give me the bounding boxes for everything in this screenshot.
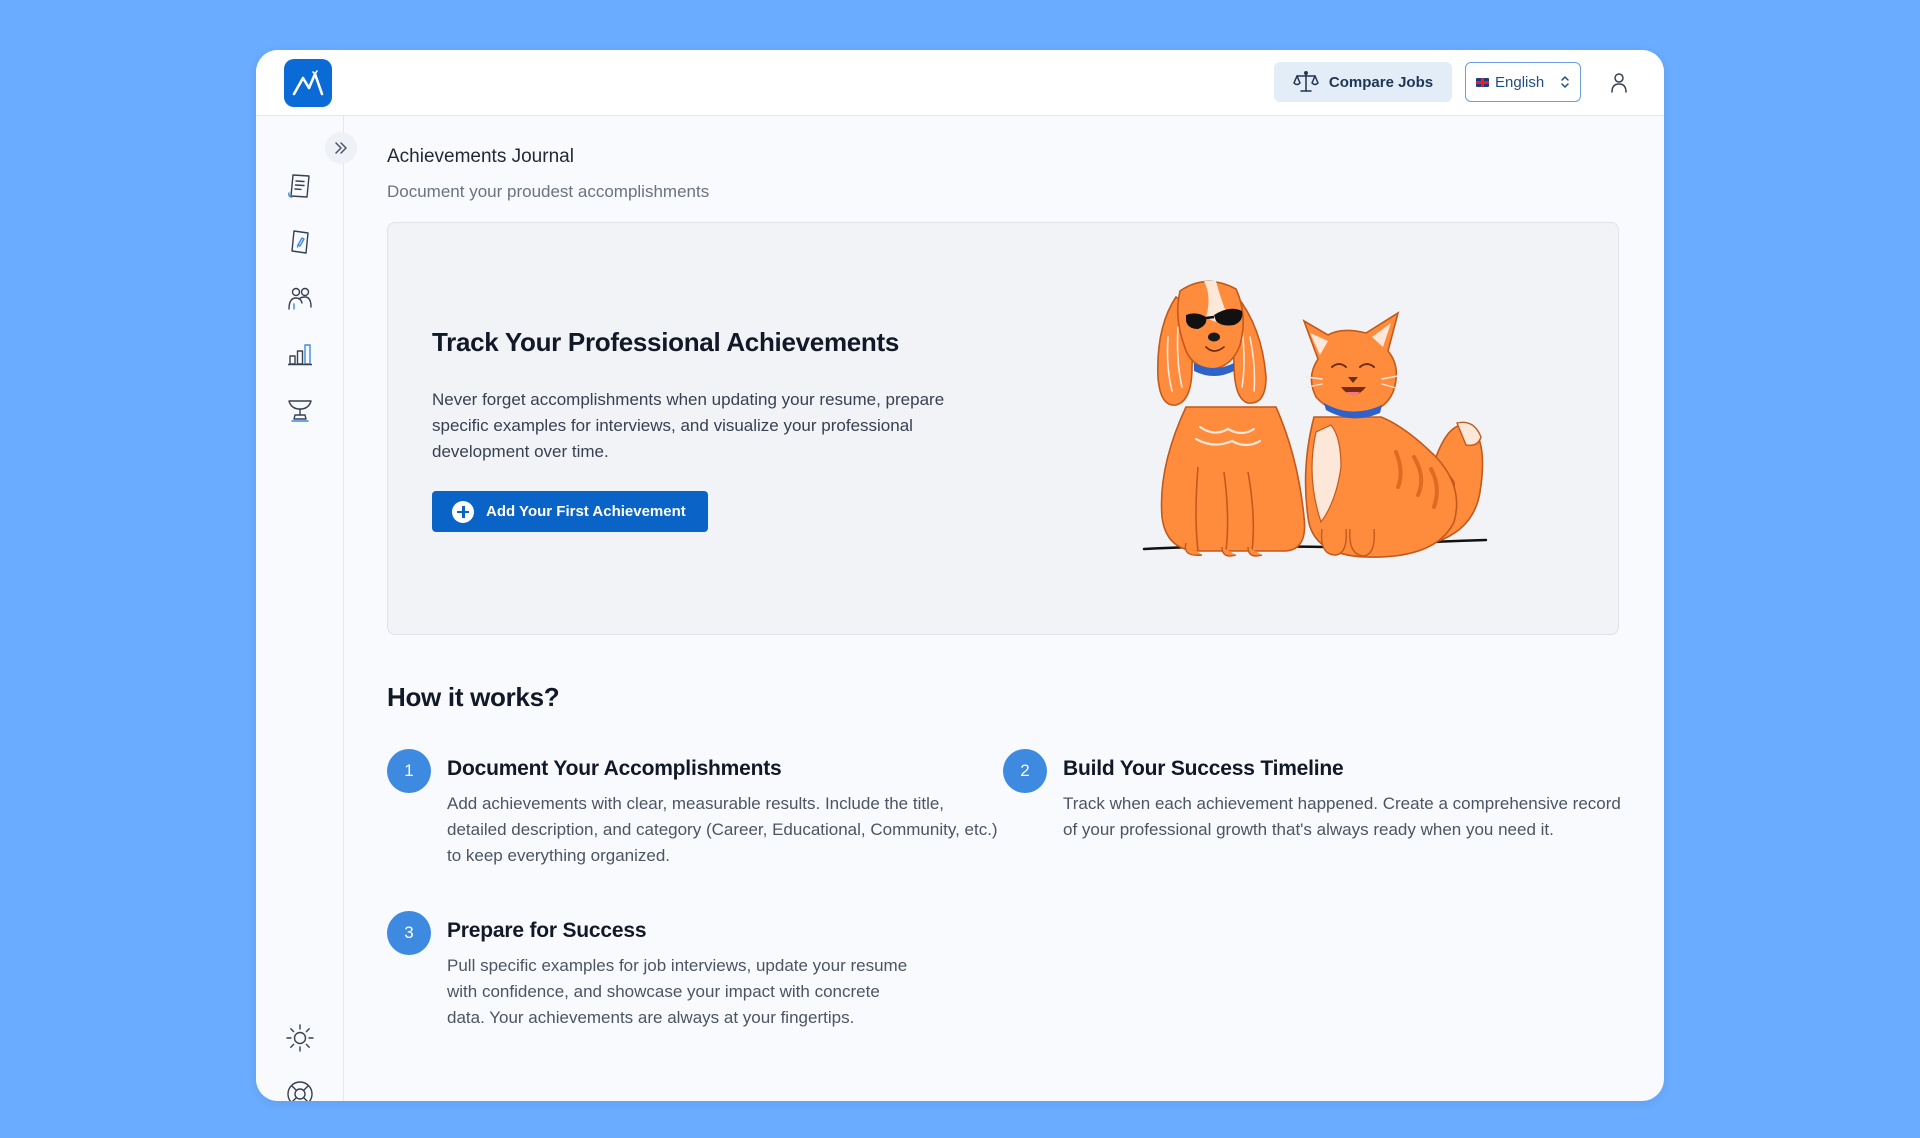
compare-jobs-label: Compare Jobs [1328, 73, 1434, 91]
step-number-badge: 2 [1003, 749, 1047, 793]
sidebar-expand-button[interactable] [325, 132, 357, 164]
mountain-logo-icon [292, 70, 324, 96]
hero-card: Track Your Professional Achievements Nev… [387, 222, 1619, 635]
sun-icon [286, 1024, 314, 1052]
people-icon [288, 287, 312, 310]
resume-document-icon [288, 174, 310, 198]
sidebar-item-achievements[interactable] [284, 394, 316, 426]
app-logo[interactable] [284, 59, 332, 107]
cat-figure [1302, 311, 1484, 558]
page-title: Achievements Journal [387, 146, 574, 167]
step-description: Add achievements with clear, measurable … [447, 794, 998, 865]
how-it-works-title: How it works? [387, 682, 560, 712]
chevrons-right-icon [335, 142, 347, 154]
compare-jobs-button[interactable]: Compare Jobs [1274, 62, 1452, 102]
dog-figure [1157, 280, 1306, 557]
sidebar-item-cover-letter[interactable] [284, 226, 316, 258]
bar-chart-icon [288, 344, 312, 366]
top-bar: Compare Jobs English [256, 50, 1664, 116]
app-window: Compare Jobs English Achievements Journa… [256, 50, 1664, 1101]
user-icon [1611, 73, 1627, 93]
trophy-icon [288, 400, 312, 422]
step-title: Prepare for Success [447, 919, 647, 942]
theme-toggle[interactable] [284, 1022, 316, 1054]
dog-and-cat-illustration [1142, 280, 1488, 558]
step-title: Document Your Accomplishments [447, 757, 782, 780]
sidebar [256, 116, 344, 1101]
step-title: Build Your Success Timeline [1063, 757, 1344, 780]
add-achievement-label: Add Your First Achievement [486, 503, 686, 520]
chevron-updown-icon [1561, 76, 1569, 88]
user-profile-button[interactable] [1606, 70, 1632, 96]
add-first-achievement-button[interactable]: Add Your First Achievement [432, 491, 708, 532]
scales-icon [1293, 71, 1319, 92]
help-button[interactable] [284, 1078, 316, 1101]
plus-circle-icon [452, 500, 474, 523]
language-selected: English [1495, 73, 1545, 91]
sidebar-item-analytics[interactable] [284, 338, 316, 370]
language-select[interactable]: English [1465, 62, 1581, 102]
step-description: Track when each achievement happened. Cr… [1063, 794, 1621, 839]
step-number-badge: 1 [387, 749, 431, 793]
page-subtitle: Document your proudest accomplishments [387, 182, 710, 201]
lifebuoy-icon [287, 1081, 313, 1101]
sidebar-item-network[interactable] [284, 282, 316, 314]
uk-flag-icon [1476, 77, 1489, 87]
step-description: Pull specific examples for job interview… [447, 956, 908, 1027]
hero-description: Never forget accomplishments when updati… [432, 390, 945, 461]
hero-title: Track Your Professional Achievements [432, 327, 900, 357]
step-number-badge: 3 [387, 911, 431, 955]
cover-letter-icon [291, 230, 309, 254]
sidebar-item-resume[interactable] [284, 170, 316, 202]
